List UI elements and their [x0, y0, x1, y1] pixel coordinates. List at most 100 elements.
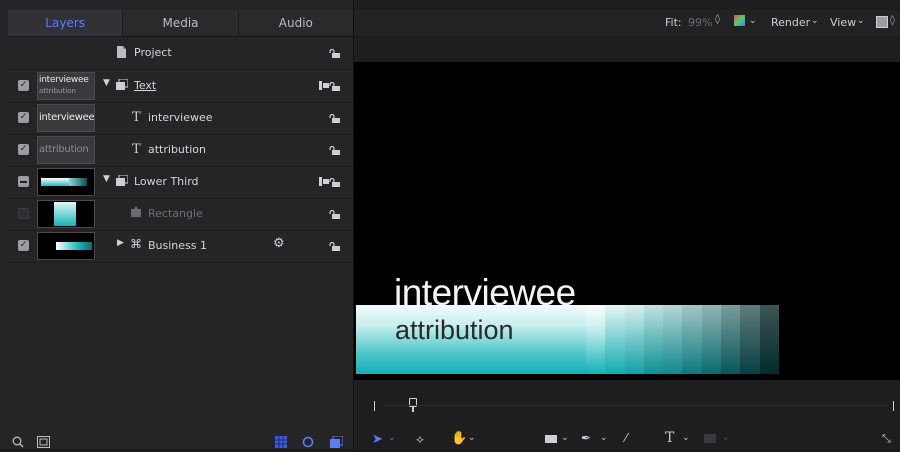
layer-thumbnail: interviewee attribution	[37, 72, 95, 100]
thumb-bar	[41, 178, 69, 186]
overlay-icon[interactable]	[876, 16, 888, 28]
visibility-checkbox[interactable]: ✓	[18, 80, 29, 91]
chevron-down-icon[interactable]: ⌄	[561, 433, 569, 443]
hand-icon[interactable]: ✋	[451, 431, 467, 446]
shape-icon	[130, 206, 142, 221]
tab-audio[interactable]: Audio	[237, 10, 353, 36]
chevron-down-icon[interactable]: ⌄	[468, 433, 476, 443]
layer-thumbnail	[37, 168, 95, 196]
playhead-line	[412, 406, 414, 412]
layer-thumbnail	[37, 232, 95, 260]
thumb-text: attribution	[39, 87, 76, 95]
chevron-down-icon[interactable]: ⌄	[600, 433, 608, 443]
render-menu[interactable]: Render	[771, 16, 810, 29]
layer-thumbnail	[37, 200, 95, 228]
visibility-checkbox[interactable]: ✓	[18, 112, 29, 123]
layers-footer	[0, 430, 353, 449]
stepper-icon[interactable]: ◊	[890, 15, 895, 26]
brush-icon[interactable]: ⁄	[625, 431, 627, 445]
text-icon: T	[132, 110, 141, 125]
fit-label: Fit:	[665, 16, 682, 29]
chevron-down-icon[interactable]: ⌄	[682, 433, 690, 443]
layer-name: Project	[134, 46, 172, 59]
visibility-checkbox[interactable]	[18, 208, 29, 219]
thumb-text: interviewee	[39, 112, 95, 123]
chevron-down-icon[interactable]: ⌄	[811, 16, 819, 26]
in-point-icon[interactable]	[374, 401, 379, 411]
text-icon: T	[132, 142, 141, 157]
chevron-down-icon[interactable]: ⌄	[388, 433, 396, 443]
circle-icon[interactable]	[302, 433, 314, 452]
visibility-checkbox[interactable]	[18, 176, 29, 187]
thumb-text: interviewee	[39, 75, 89, 85]
lock-icon[interactable]	[329, 49, 341, 58]
grid-icon[interactable]	[275, 433, 287, 452]
thumb-text: attribution	[39, 144, 89, 155]
lower-third-bands	[586, 305, 779, 374]
rectangle-tool-icon[interactable]	[545, 435, 557, 443]
disclosure-triangle-icon[interactable]: ▼	[103, 78, 110, 88]
lock-icon[interactable]	[329, 242, 341, 251]
layer-name: interviewee	[148, 111, 213, 124]
viewer-panel: Fit: 99% ◊ ⌄ Render ⌄ View ⌄ ◊ interview…	[354, 0, 900, 449]
arrow-icon[interactable]: ➤	[372, 432, 383, 447]
layer-row-business[interactable]: ✓ ▶ ⌘ Business 1 ⚙	[8, 230, 353, 263]
pen-icon[interactable]: ✒	[581, 431, 591, 445]
layer-thumbnail: interviewee	[37, 104, 95, 132]
thumbnail-toggle-icon[interactable]	[37, 433, 50, 452]
layer-row-attribution[interactable]: ✓ attribution T attribution	[8, 134, 353, 167]
mask-tool-icon[interactable]	[704, 434, 716, 443]
canvas-title-text[interactable]: interviewee	[394, 272, 576, 314]
orbit-icon[interactable]: ⟡	[416, 432, 424, 447]
thumb-bar	[56, 242, 92, 250]
layer-row-lower-third[interactable]: ▼ Lower Third	[8, 166, 353, 199]
fit-value[interactable]: 99%	[688, 16, 712, 29]
canvas[interactable]: interviewee attribution	[354, 62, 900, 380]
mini-timeline[interactable]	[354, 398, 900, 414]
viewer-topbar: Fit: 99% ◊ ⌄ Render ⌄ View ⌄ ◊	[354, 10, 900, 36]
group-type-icon	[319, 176, 329, 189]
chevron-down-icon[interactable]: ⌄	[722, 433, 730, 443]
layers-panel: Layers Media Audio Project ✓ interviewee…	[0, 0, 354, 449]
layer-name[interactable]: Lower Third	[134, 175, 199, 188]
lock-icon[interactable]	[329, 210, 341, 219]
text-tool-icon[interactable]: T	[665, 430, 674, 446]
thumb-rect	[54, 202, 76, 226]
layer-row-rectangle[interactable]: Rectangle	[8, 198, 353, 231]
lock-icon[interactable]	[329, 82, 341, 91]
layer-row-text[interactable]: ✓ interviewee attribution ▼ Text	[8, 70, 353, 103]
lock-icon[interactable]	[329, 146, 341, 155]
layer-name: Business 1	[148, 239, 208, 252]
canvas-toolbar: ➤ ⌄ ⟡ ✋ ⌄ ⌄ ✒ ⌄ ⁄ T ⌄ ⌄ ⤡	[354, 430, 900, 449]
layer-row-project[interactable]: Project	[8, 37, 353, 70]
replicator-icon: ⌘	[130, 237, 142, 251]
disclosure-triangle-icon[interactable]: ▼	[103, 174, 110, 184]
group-type-icon	[319, 80, 329, 93]
tab-layers[interactable]: Layers	[8, 10, 123, 36]
stepper-icon[interactable]: ◊	[715, 14, 720, 25]
search-icon[interactable]	[12, 433, 24, 452]
out-point-icon[interactable]	[889, 401, 894, 411]
chevron-down-icon[interactable]: ⌄	[857, 16, 865, 26]
layer-name: attribution	[148, 143, 206, 156]
canvas-subtitle-text[interactable]: attribution	[395, 315, 514, 346]
group-icon	[116, 78, 129, 94]
tab-media[interactable]: Media	[122, 10, 237, 36]
group-icon	[116, 174, 129, 190]
expand-icon[interactable]: ⤡	[882, 432, 891, 446]
visibility-checkbox[interactable]: ✓	[18, 240, 29, 251]
timeline-track	[384, 405, 888, 406]
color-channels-icon[interactable]	[734, 15, 745, 26]
layers-icon[interactable]	[330, 433, 344, 452]
disclosure-triangle-icon[interactable]: ▶	[117, 238, 124, 248]
visibility-checkbox[interactable]: ✓	[18, 144, 29, 155]
lock-icon[interactable]	[329, 114, 341, 123]
layer-row-interviewee[interactable]: ✓ interviewee T interviewee	[8, 102, 353, 135]
gear-icon[interactable]: ⚙	[273, 236, 285, 251]
layer-name: Rectangle	[148, 207, 203, 220]
lock-icon[interactable]	[329, 178, 341, 187]
view-menu[interactable]: View	[830, 16, 856, 29]
layer-thumbnail: attribution	[37, 136, 95, 164]
chevron-down-icon[interactable]: ⌄	[749, 16, 757, 26]
layer-name[interactable]: Text	[134, 79, 156, 92]
